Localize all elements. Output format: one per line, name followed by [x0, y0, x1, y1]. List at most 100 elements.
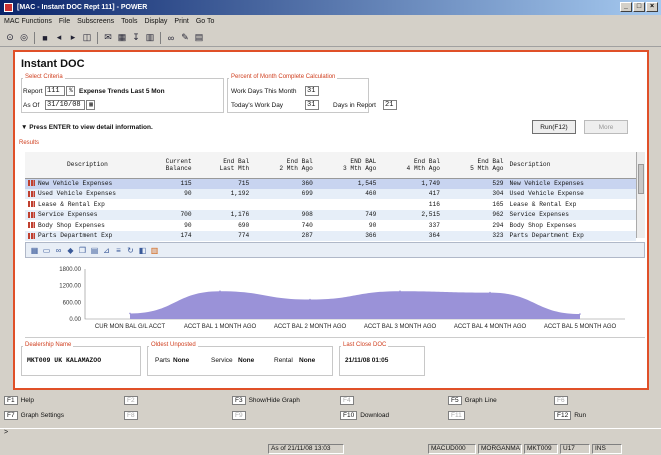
fkey-f5[interactable]: F5 Graph Line	[448, 396, 497, 405]
row-balance-cell: 2,515	[379, 209, 443, 220]
col-description-2[interactable]: Description	[506, 152, 636, 179]
row-balance-cell: 774	[194, 230, 253, 241]
menu-display[interactable]: Display	[144, 18, 167, 25]
command-line[interactable]: >	[0, 428, 661, 440]
fkey-f6[interactable]: F6	[554, 396, 571, 405]
fkey-f8[interactable]: F8	[124, 411, 141, 420]
x-category-label: ACCT BAL 5 MONTH AGO	[544, 324, 617, 330]
fkey-f7[interactable]: F7 Graph Settings	[4, 411, 64, 420]
menu-go-to[interactable]: Go To	[196, 18, 215, 25]
parts-label: Parts	[155, 357, 171, 364]
fkey-f10[interactable]: F10 Download	[340, 411, 389, 420]
todays-work-day-label: Today's Work Day	[231, 102, 284, 109]
table-row[interactable]: Service Expenses 700 1,176 908 749 2,515 962 Se…	[25, 209, 636, 220]
edit-icon[interactable]: ✎	[179, 32, 191, 44]
menu-print[interactable]: Print	[174, 18, 188, 25]
row-balance-cell: 337	[428, 221, 440, 229]
results-title: Results	[19, 140, 40, 146]
scrollbar-thumb[interactable]	[638, 164, 644, 194]
fkey-f2[interactable]: F2	[124, 396, 141, 405]
copy-icon[interactable]: ❐	[78, 246, 87, 255]
table-row[interactable]: Lease & Rental Exp 116 165 Lease & Rental E…	[25, 199, 636, 210]
rotate-icon[interactable]: ↻	[126, 246, 135, 255]
report-lookup-button[interactable]: %	[66, 86, 75, 96]
chart-type-icon[interactable]: ▥	[150, 246, 159, 255]
calendar-icon[interactable]: ▦	[116, 32, 128, 44]
save-icon[interactable]: ■	[39, 32, 51, 44]
menu-mac-functions[interactable]: MAC Functions	[4, 18, 52, 25]
row-balance-cell: 700	[143, 209, 195, 220]
row-balance-cell: 1,176	[194, 209, 253, 220]
last-close-value: 21/11/08 01:05	[345, 357, 389, 364]
results-table: Description Current Balance End Bal Last…	[25, 152, 636, 241]
table-view-icon[interactable]: ▦	[30, 246, 39, 255]
fkey-f4[interactable]: F4	[340, 396, 357, 405]
refresh-icon[interactable]: ◎	[18, 32, 30, 44]
back-icon[interactable]: ◂	[53, 32, 65, 44]
oldest-unposted-label: Oldest Unposted	[149, 342, 198, 348]
fkey-key: F10	[340, 411, 358, 420]
menu-file[interactable]: File	[59, 18, 70, 25]
toolbar-divider	[34, 31, 35, 44]
grid-view-icon[interactable]: ▭	[42, 246, 51, 255]
table-row[interactable]: Used Vehicle Expenses 90 1,192 699 460 417 304…	[25, 188, 636, 199]
run-button[interactable]: Run(F12)	[532, 120, 576, 134]
chart-icon[interactable]: ▤	[193, 32, 205, 44]
col-description[interactable]: Description	[25, 152, 143, 179]
work-days-label: Work Days This Month	[231, 88, 297, 95]
fkey-f3[interactable]: F3 Show/Hide Graph	[232, 396, 300, 405]
col-end-bal-2-mth[interactable]: End Bal 2 Mth Ago	[252, 152, 316, 179]
col-end-bal-4-mth[interactable]: End Bal 4 Mth Ago	[379, 152, 443, 179]
row-balance-cell	[252, 199, 316, 210]
report-input[interactable]: 111	[45, 86, 65, 96]
table-row[interactable]: Body Shop Expenses 90 690 740 90 337 294 Body S…	[25, 220, 636, 231]
color-picker-icon[interactable]: ◆	[66, 246, 75, 255]
y-tick-label: 1200.00	[59, 284, 81, 290]
fkey-f9[interactable]: F9	[232, 411, 249, 420]
y-tick-label: 0.00	[69, 317, 81, 323]
row-balance-cell: 1,545	[315, 178, 380, 189]
more-button[interactable]: More	[584, 120, 628, 134]
as-of-date-input[interactable]: 31/10/08	[45, 100, 85, 110]
fkey-f11[interactable]: F11	[448, 411, 468, 420]
expand-triangle-icon: ▼	[21, 124, 30, 131]
table-row[interactable]: Parts Department Exp 174 774 287 366 364 323 Pa…	[25, 230, 636, 241]
menu-subscreens[interactable]: Subscreens	[77, 18, 114, 25]
maximize-button[interactable]: □	[633, 2, 645, 12]
x-category-label: ACCT BAL 2 MONTH AGO	[274, 324, 347, 330]
col-end-bal-last-mth[interactable]: End Bal Last Mth	[194, 152, 253, 179]
rental-label: Rental	[274, 357, 293, 364]
todays-work-day-input[interactable]: 31	[305, 100, 319, 110]
row-description-2: New Vehicle Expenses	[506, 178, 636, 189]
fkey-key: F9	[232, 411, 246, 420]
mail-icon[interactable]: ✉	[102, 32, 114, 44]
col-end-bal-3-mth[interactable]: END BAL 3 Mth Ago	[315, 152, 380, 179]
fkey-f12[interactable]: F12 Run	[554, 411, 586, 420]
book-icon[interactable]: ▥	[144, 32, 156, 44]
work-days-input[interactable]: 31	[305, 86, 319, 96]
as-of-label: As Of	[23, 102, 40, 109]
minimize-button[interactable]: _	[620, 2, 632, 12]
results-scrollbar[interactable]	[636, 152, 645, 238]
status-terminal: MACUD000	[428, 444, 476, 454]
area-point-4	[489, 291, 491, 294]
print-icon[interactable]: ▤	[90, 246, 99, 255]
binoculars-icon[interactable]: ∞	[54, 246, 63, 255]
axis-icon[interactable]: ⊿	[102, 246, 111, 255]
gallery-icon[interactable]: ◧	[138, 246, 147, 255]
table-row[interactable]: New Vehicle Expenses 115 715 360 1,545 1,749 5…	[25, 178, 636, 189]
forward-icon[interactable]: ▸	[67, 32, 79, 44]
col-current-balance[interactable]: Current Balance	[143, 152, 195, 179]
window-icon[interactable]: ◫	[81, 32, 93, 44]
power-icon[interactable]: ⊙	[4, 32, 16, 44]
pin-icon[interactable]: ↧	[130, 32, 142, 44]
col-end-bal-5-mth[interactable]: End Bal 5 Mth Ago	[442, 152, 507, 179]
fkey-label: Download	[360, 412, 390, 419]
close-button[interactable]: ×	[646, 2, 658, 12]
link-icon[interactable]: ∞	[165, 32, 177, 44]
days-in-report-input[interactable]: 21	[383, 100, 397, 110]
calendar-picker-icon[interactable]: ▦	[86, 100, 95, 110]
menu-tools[interactable]: Tools	[121, 18, 137, 25]
fkey-f1[interactable]: F1 Help	[4, 396, 34, 405]
legend-icon[interactable]: ≡	[114, 246, 123, 255]
